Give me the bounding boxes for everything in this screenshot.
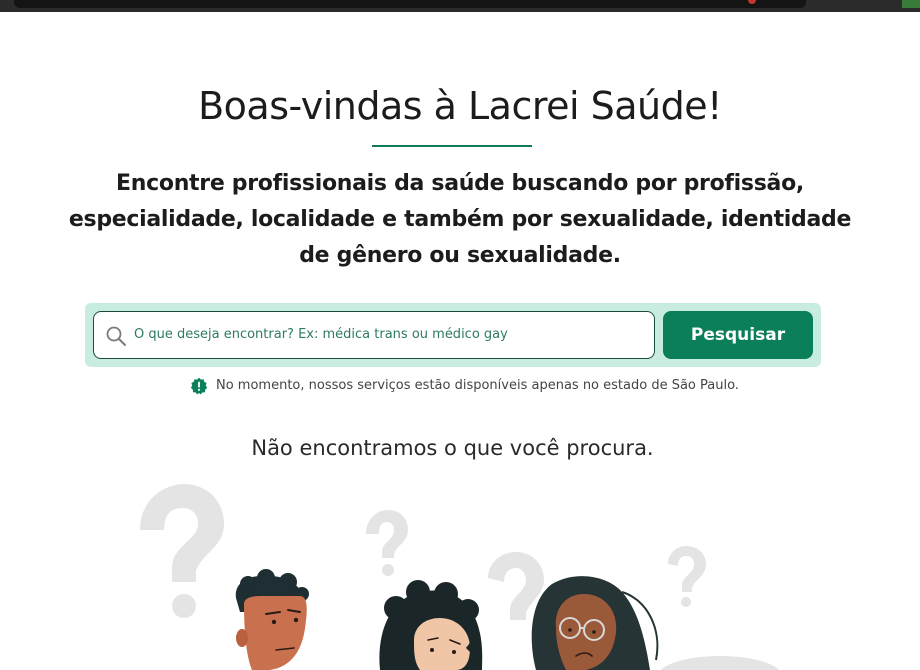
question-mark-icon (140, 484, 224, 618)
search-input[interactable]: O que deseja encontrar? Ex: médica trans… (93, 311, 655, 359)
person-figure (531, 576, 659, 670)
empty-results-message: Não encontramos o que você procura. (251, 436, 654, 460)
person-figure (235, 569, 309, 670)
page-title: Boas-vindas à Lacrei Saúde! (198, 84, 722, 128)
alert-badge-icon (190, 377, 208, 395)
background-blob (660, 656, 780, 670)
question-mark-icon (668, 546, 706, 607)
browser-tab-strip (14, 0, 806, 8)
extension-badge-icon[interactable] (902, 0, 920, 8)
title-underline (372, 145, 532, 147)
person-figure (379, 580, 483, 670)
question-mark-icon (366, 510, 408, 576)
search-placeholder: O que deseja encontrar? Ex: médica trans… (134, 327, 508, 342)
confused-people-illustration (140, 484, 780, 670)
search-panel: O que deseja encontrar? Ex: médica trans… (85, 303, 821, 367)
page-subtitle: Encontre profissionais da saúde buscando… (68, 171, 852, 268)
availability-notice: No momento, nossos serviços estão dispon… (190, 376, 750, 398)
notice-text: No momento, nossos serviços estão dispon… (216, 378, 739, 393)
search-button[interactable]: Pesquisar (663, 311, 813, 359)
browser-top-bar (0, 0, 920, 12)
search-icon (106, 326, 126, 346)
